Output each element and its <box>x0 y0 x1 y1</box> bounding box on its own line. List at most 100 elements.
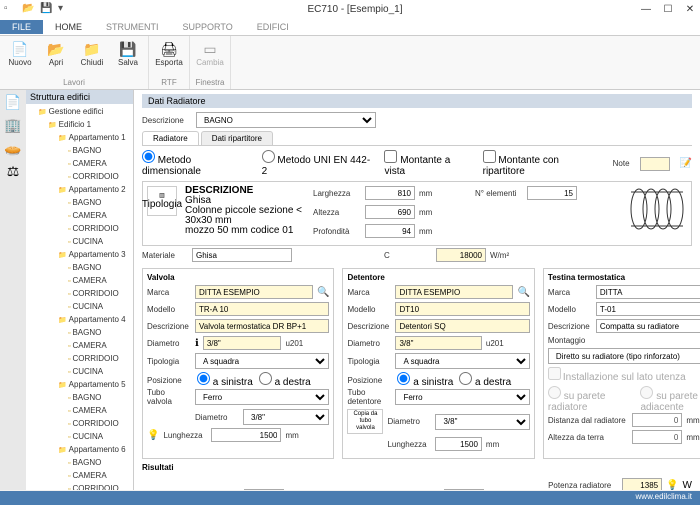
search-icon[interactable]: 🔍 <box>317 287 329 298</box>
radio-uni[interactable]: Metodo UNI EN 442-2 <box>262 150 375 177</box>
maximize-button[interactable]: ☐ <box>662 4 674 15</box>
det-diametro[interactable] <box>395 336 481 350</box>
c-field[interactable] <box>436 248 486 262</box>
materiale-field[interactable] <box>192 248 292 262</box>
tree-room[interactable]: CAMERA <box>68 470 131 483</box>
det-tipologia[interactable]: A squadra <box>395 353 529 369</box>
det-marca[interactable] <box>395 285 513 299</box>
chiudi-button[interactable]: 📁Chiudi <box>76 38 108 69</box>
qat-new-icon[interactable]: ▫ <box>4 3 16 15</box>
valvola-tipologia[interactable]: A squadra <box>195 353 329 369</box>
tab-file[interactable]: FILE <box>0 20 43 34</box>
larghezza-field[interactable] <box>365 186 415 200</box>
valvola-diam2[interactable]: 3/8" <box>243 409 329 425</box>
desc-select[interactable]: BAGNO <box>196 112 376 128</box>
close-button[interactable]: ✕ <box>684 4 696 15</box>
valvola-lung[interactable] <box>211 428 281 442</box>
tab-supporto[interactable]: SUPPORTO <box>171 20 245 34</box>
tree-room[interactable]: BAGNO <box>68 262 131 275</box>
valvola-tubo[interactable]: Ferro <box>195 389 329 405</box>
apri-button[interactable]: 📂Apri <box>40 38 72 69</box>
tree-view[interactable]: Gestione edificiEdificio 1Appartamento 1… <box>26 104 133 490</box>
tree-room[interactable]: CORRIDOIO <box>68 288 131 301</box>
tree-room[interactable]: CORRIDOIO <box>68 223 131 236</box>
tree-room[interactable]: BAGNO <box>68 197 131 210</box>
tree-room[interactable]: CORRIDOIO <box>68 418 131 431</box>
bulb-icon[interactable]: 💡 <box>666 480 678 491</box>
tree-room[interactable]: BAGNO <box>68 327 131 340</box>
tree-room[interactable]: BAGNO <box>68 145 131 158</box>
qat-dropdown-icon[interactable]: ▾ <box>58 3 70 15</box>
tree-apt[interactable]: Appartamento 6BAGNOCAMERACORRIDOIO <box>58 444 131 490</box>
tab-strumenti[interactable]: STRUMENTI <box>94 20 171 34</box>
esporta-button[interactable]: 🖨Esporta <box>153 38 185 69</box>
valvola-modello[interactable] <box>195 302 329 316</box>
nuovo-button[interactable]: 📄Nuovo <box>4 38 36 69</box>
valvola-desc[interactable] <box>195 319 329 333</box>
tipologia-button[interactable]: ▥Tipologia <box>147 186 177 216</box>
search-icon[interactable]: 🔍 <box>517 287 529 298</box>
tree-room[interactable]: CUCINA <box>68 301 131 314</box>
minimize-button[interactable]: — <box>640 4 652 15</box>
tree-room[interactable]: CAMERA <box>68 405 131 418</box>
qat-save-icon[interactable]: 💾 <box>40 3 52 15</box>
sidebar-balance-icon[interactable]: ⚖ <box>7 163 20 180</box>
profondita-field[interactable] <box>365 224 415 238</box>
salva-button[interactable]: 💾Salva <box>112 38 144 69</box>
tree-building[interactable]: Edificio 1Appartamento 1BAGNOCAMERACORRI… <box>48 119 131 490</box>
new-icon: 📄 <box>11 40 29 58</box>
tree-room[interactable]: CORRIDOIO <box>68 353 131 366</box>
tree-apt[interactable]: Appartamento 2BAGNOCAMERACORRIDOIOCUCINA <box>58 184 131 249</box>
valvola-diametro[interactable] <box>203 336 282 350</box>
tree-room[interactable]: CAMERA <box>68 340 131 353</box>
sidebar-doc-icon[interactable]: 📄 <box>4 94 21 111</box>
tree-room[interactable]: CORRIDOIO <box>68 483 131 490</box>
tab-home[interactable]: HOME <box>43 20 94 34</box>
check-montante-rip[interactable]: Montante con ripartitore <box>483 150 603 177</box>
elementi-field[interactable] <box>527 186 577 200</box>
tree-room[interactable]: BAGNO <box>68 457 131 470</box>
valvola-pos-sx[interactable]: a sinistra <box>197 372 253 388</box>
note-icon[interactable]: 📝 <box>680 158 692 169</box>
tree-room[interactable]: CAMERA <box>68 210 131 223</box>
tree-apt[interactable]: Appartamento 3BAGNOCAMERACORRIDOIOCUCINA <box>58 249 131 314</box>
subtab-radiatore[interactable]: Radiatore <box>142 131 199 145</box>
check-montante-vista[interactable]: Montante a vista <box>384 150 472 177</box>
tab-edifici[interactable]: EDIFICI <box>245 20 301 34</box>
test-modello[interactable] <box>596 302 700 316</box>
subtab-ripartitore[interactable]: Dati ripartitore <box>201 131 273 145</box>
radio-dimensionale[interactable]: Metodo dimensionale <box>142 150 252 177</box>
det-desc[interactable] <box>395 319 529 333</box>
copia-button[interactable]: Copia da tubo valvola <box>347 409 383 434</box>
tree-room[interactable]: BAGNO <box>68 392 131 405</box>
note-field[interactable] <box>640 157 670 171</box>
tree-room[interactable]: CAMERA <box>68 275 131 288</box>
det-lung[interactable] <box>435 437 481 451</box>
valvola-pos-dx[interactable]: a destra <box>259 372 311 388</box>
cambia-button[interactable]: ▭Cambia <box>194 38 226 69</box>
det-diam2[interactable]: 3/8" <box>435 414 529 430</box>
tree-root-item[interactable]: Gestione edificiEdificio 1Appartamento 1… <box>38 106 131 490</box>
info-icon[interactable]: ℹ <box>195 338 199 349</box>
test-marca[interactable] <box>596 285 700 299</box>
qat-open-icon[interactable]: 📂 <box>22 3 34 15</box>
tree-room[interactable]: CUCINA <box>68 236 131 249</box>
det-pos-dx[interactable]: a destra <box>459 372 511 388</box>
tree-room[interactable]: CORRIDOIO <box>68 171 131 184</box>
tree-apt[interactable]: Appartamento 4BAGNOCAMERACORRIDOIOCUCINA <box>58 314 131 379</box>
bulb-icon[interactable]: 💡 <box>147 430 159 441</box>
altezza-field[interactable] <box>365 205 415 219</box>
tree-room[interactable]: CUCINA <box>68 431 131 444</box>
valvola-marca[interactable] <box>195 285 313 299</box>
tree-room[interactable]: CUCINA <box>68 366 131 379</box>
det-modello[interactable] <box>395 302 529 316</box>
tree-apt[interactable]: Appartamento 1BAGNOCAMERACORRIDOIO <box>58 132 131 184</box>
det-pos-sx[interactable]: a sinistra <box>397 372 453 388</box>
tree-apt[interactable]: Appartamento 5BAGNOCAMERACORRIDOIOCUCINA <box>58 379 131 444</box>
test-montaggio[interactable]: Diretto su radiatore (tipo rinforzato) <box>548 348 700 364</box>
sidebar-building-icon[interactable]: 🏢 <box>4 117 21 134</box>
tree-room[interactable]: CAMERA <box>68 158 131 171</box>
sidebar-chart-icon[interactable]: 🥧 <box>4 140 21 157</box>
test-desc[interactable] <box>596 319 700 333</box>
det-tubo[interactable]: Ferro <box>395 389 529 405</box>
